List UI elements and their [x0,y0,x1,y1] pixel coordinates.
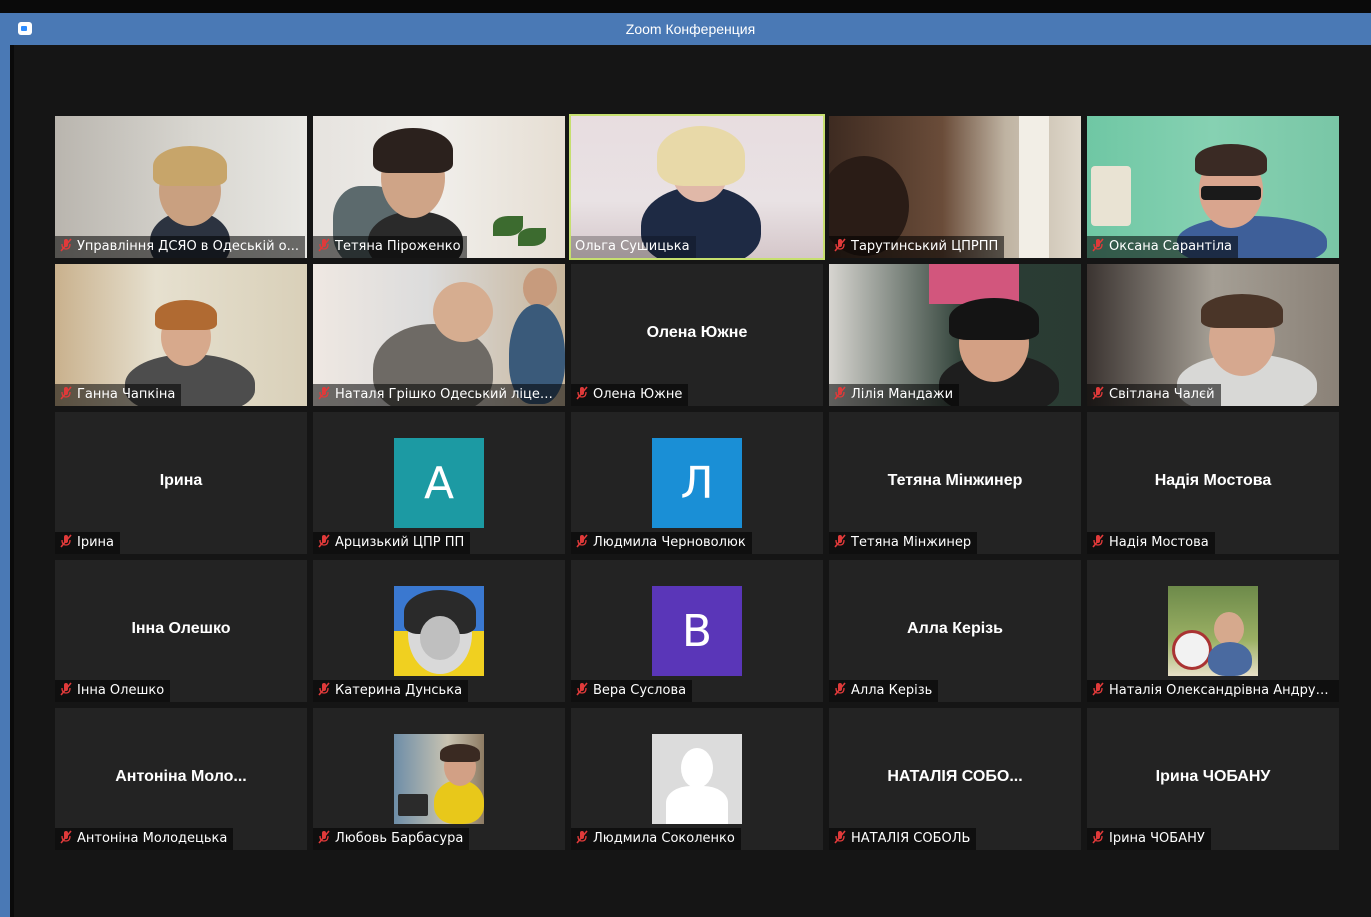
participant-nameplate: Управління ДСЯО в Одеській о... [55,236,306,258]
muted-mic-icon [576,534,588,548]
participant-nameplate: Ганна Чапкіна [55,384,182,406]
participant-nameplate: Людмила Черноволюк [571,532,752,554]
participant-tile[interactable]: Управління ДСЯО в Одеській о... [55,116,307,258]
participant-display-name: Інна Олешко [131,620,231,637]
participant-tile[interactable]: В Вера Суслова [571,560,823,702]
muted-mic-icon [834,534,846,548]
participant-display-name: Алла Керізь [907,620,1003,637]
participant-tile[interactable]: Ганна Чапкіна [55,264,307,406]
profile-photo [1168,586,1258,676]
participant-tile[interactable]: Ірина ЧОБАНУ Ірина ЧОБАНУ [1087,708,1339,850]
participant-display-name: Олена Южне [646,324,748,341]
muted-mic-icon [60,682,72,696]
participant-nameplate: Ірина ЧОБАНУ [1087,828,1211,850]
muted-mic-icon [60,386,72,400]
muted-mic-icon [318,830,330,844]
participant-nameplate: Тетяна Мінжинер [829,532,978,554]
participant-display-name: Надія Мостова [1154,472,1272,489]
participant-tile[interactable]: Тарутинський ЦПРПП [829,116,1081,258]
participant-display-name: Тетяна Мінжинер [887,472,1023,489]
letter-avatar: А [394,438,484,528]
participant-tile[interactable]: Антоніна Моло... Антоніна Молодецька [55,708,307,850]
muted-mic-icon [1092,534,1104,548]
muted-mic-icon [318,238,330,252]
participant-nameplate: Арцизький ЦПР ПП [313,532,471,554]
participant-tile[interactable]: Любовь Барбасура [313,708,565,850]
participant-tile[interactable]: НАТАЛІЯ СОБО... НАТАЛІЯ СОБОЛЬ [829,708,1081,850]
window-title: Zoom Конференция [625,21,756,37]
muted-mic-icon [60,238,72,252]
muted-mic-icon [1092,682,1104,696]
participant-display-name: НАТАЛІЯ СОБО... [887,768,1023,785]
participant-tile[interactable]: Алла Керізь Алла Керізь [829,560,1081,702]
participant-nameplate: Наталія Олександрівна Андруш... [1087,680,1339,702]
participant-tile[interactable]: Олена Южне Олена Южне [571,264,823,406]
participant-tile[interactable]: Л Людмила Черноволюк [571,412,823,554]
participant-nameplate: Алла Керізь [829,680,939,702]
participant-nameplate: Інна Олешко [55,680,171,702]
window-left-border [0,13,10,917]
participant-nameplate: Катерина Дунська [313,680,469,702]
muted-mic-icon [834,682,846,696]
participant-nameplate: Наталя Грішко Одеський ліцей ... [313,384,565,406]
muted-mic-icon [60,534,72,548]
participant-tile[interactable]: А Арцизький ЦПР ПП [313,412,565,554]
participant-nameplate: Ольга Сушицька [571,236,696,258]
profile-photo [394,586,484,676]
participant-nameplate: Лілія Мандажи [829,384,960,406]
participant-display-name: Ірина ЧОБАНУ [1155,768,1271,785]
muted-mic-icon [1092,830,1104,844]
participant-tile[interactable]: Ірина Ірина [55,412,307,554]
participant-display-name: Ірина [159,472,203,489]
participant-nameplate: Тетяна Піроженко [313,236,467,258]
muted-mic-icon [834,238,846,252]
participant-nameplate: Людмила Соколенко [571,828,741,850]
muted-mic-icon [576,830,588,844]
participant-tile[interactable]: Людмила Соколенко [571,708,823,850]
muted-mic-icon [576,386,588,400]
participant-tile[interactable]: Тетяна Мінжинер Тетяна Мінжинер [829,412,1081,554]
participant-nameplate: Антоніна Молодецька [55,828,234,850]
participant-nameplate: Любовь Барбасура [313,828,470,850]
participant-nameplate: Надія Мостова [1087,532,1215,554]
participant-tile[interactable]: Катерина Дунська [313,560,565,702]
participant-tile[interactable]: Лілія Мандажи [829,264,1081,406]
muted-mic-icon [834,386,846,400]
participant-nameplate: Оксана Сарантіла [1087,236,1239,258]
title-bar[interactable]: Zoom Конференция [10,13,1371,45]
participant-nameplate: Олена Южне [571,384,689,406]
participant-nameplate: Світлана Чалєй [1087,384,1221,406]
muted-mic-icon [318,386,330,400]
participant-tile[interactable]: Оксана Сарантіла [1087,116,1339,258]
participant-nameplate: НАТАЛІЯ СОБОЛЬ [829,828,977,850]
participant-nameplate: Тарутинський ЦПРПП [829,236,1005,258]
participant-display-name: Антоніна Моло... [115,768,247,785]
muted-mic-icon [1092,386,1104,400]
muted-mic-icon [60,830,72,844]
muted-mic-icon [318,682,330,696]
muted-mic-icon [1092,238,1104,252]
participant-tile[interactable]: Інна Олешко Інна Олешко [55,560,307,702]
letter-avatar: Л [652,438,742,528]
muted-mic-icon [834,830,846,844]
participant-tile[interactable]: Надія Мостова Надія Мостова [1087,412,1339,554]
participant-nameplate: Вера Суслова [571,680,693,702]
participant-tile[interactable]: Тетяна Піроженко [313,116,565,258]
participant-tile[interactable]: Наталя Грішко Одеський ліцей ... [313,264,565,406]
participant-tile[interactable]: Наталія Олександрівна Андруш... [1087,560,1339,702]
participant-nameplate: Ірина [55,532,121,554]
profile-photo [394,734,484,824]
default-avatar-silhouette [652,734,742,824]
gallery-grid: Управління ДСЯО в Одеській о... Тетяна П… [55,114,1339,850]
participant-tile-active-speaker[interactable]: Ольга Сушицька [569,114,825,260]
letter-avatar: В [652,586,742,676]
muted-mic-icon [318,534,330,548]
muted-mic-icon [576,682,588,696]
participant-tile[interactable]: Світлана Чалєй [1087,264,1339,406]
